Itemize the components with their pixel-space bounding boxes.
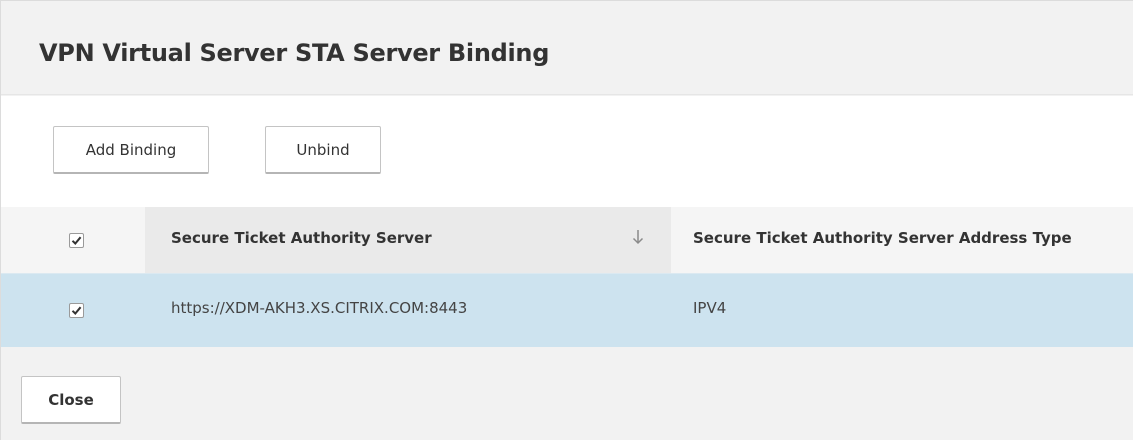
close-button[interactable]: Close <box>21 376 121 424</box>
dialog-header: VPN Virtual Server STA Server Binding <box>1 1 1133 95</box>
add-binding-button[interactable]: Add Binding <box>53 126 209 174</box>
sta-server-url-cell: https://XDM-AKH3.XS.CITRIX.COM:8443 <box>171 299 468 317</box>
dialog-body: Add Binding Unbind Secure Ticket Authori… <box>1 96 1133 347</box>
bindings-table: Secure Ticket Authority Server Secure Ti… <box>1 207 1133 347</box>
sta-server-binding-dialog: VPN Virtual Server STA Server Binding Ad… <box>0 0 1133 440</box>
checkmark-icon <box>71 306 82 315</box>
table-header: Secure Ticket Authority Server Secure Ti… <box>1 207 1133 273</box>
column-header-sta-server[interactable]: Secure Ticket Authority Server <box>145 207 671 273</box>
arrow-down-icon[interactable] <box>631 227 645 247</box>
checkmark-icon <box>71 236 82 245</box>
column-label: Secure Ticket Authority Server Address T… <box>693 229 1072 247</box>
address-type-cell: IPV4 <box>693 299 727 317</box>
table-row[interactable]: https://XDM-AKH3.XS.CITRIX.COM:8443 IPV4 <box>1 273 1133 347</box>
select-all-checkbox[interactable] <box>69 233 84 248</box>
dialog-title: VPN Virtual Server STA Server Binding <box>39 39 550 67</box>
unbind-button[interactable]: Unbind <box>265 126 381 174</box>
header-checkbox-cell <box>1 207 145 273</box>
column-label: Secure Ticket Authority Server <box>171 229 432 247</box>
row-checkbox[interactable] <box>69 303 84 318</box>
dialog-footer: Close <box>1 347 1133 440</box>
column-header-address-type[interactable]: Secure Ticket Authority Server Address T… <box>671 207 1133 273</box>
